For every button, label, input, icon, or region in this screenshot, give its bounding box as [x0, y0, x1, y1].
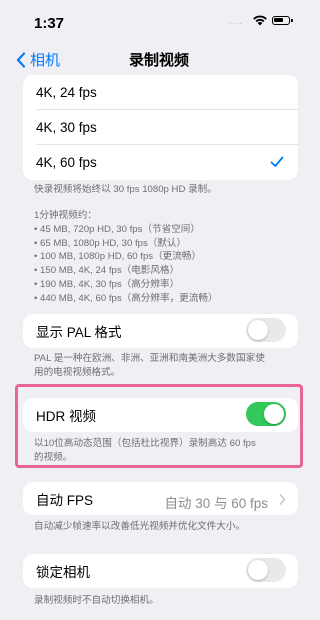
pal-format-label: 显示 PAL 格式	[36, 325, 122, 340]
hdr-video-group: HDR 视频	[23, 398, 298, 432]
size-line: • 190 MB, 4K, 30 fps（高分辨率）	[34, 278, 180, 290]
auto-fps-note: 自动减少帧速率以改善低光视频并优化文件大小。	[34, 521, 246, 532]
option-label: 4K, 30 fps	[36, 120, 97, 135]
size-line: • 65 MB, 1080p HD, 30 fps（默认）	[34, 237, 187, 249]
size-line: • 150 MB, 4K, 24 fps（电影风格）	[34, 265, 180, 277]
pal-format-toggle[interactable]	[246, 318, 286, 342]
pal-format-group: 显示 PAL 格式	[23, 314, 298, 348]
back-button[interactable]: 相机	[16, 49, 60, 70]
resolution-options-group: 4K, 24 fps 4K, 30 fps 4K, 60 fps	[23, 75, 298, 180]
navigation-bar: 录制视频 相机	[0, 40, 318, 74]
auto-fps-value: 自动 30 与 60 fps	[164, 496, 268, 511]
hdr-note: 以10位高动态范围（包括杜比视界）录制高达 60 fps 的视频。	[34, 438, 256, 463]
size-line: • 440 MB, 4K, 60 fps（高分辨率，更流畅）	[34, 292, 218, 304]
auto-fps-group: 自动 FPS 自动 30 与 60 fps	[23, 482, 298, 515]
status-time: 1:37	[34, 15, 65, 32]
per-minute-heading: 1分钟视频约：	[34, 210, 97, 221]
back-button-label: 相机	[30, 52, 61, 69]
auto-fps-row[interactable]: 自动 FPS 自动 30 与 60 fps	[23, 482, 298, 515]
wifi-icon	[253, 15, 267, 26]
lock-camera-note: 录制视频时不自动切换相机。	[34, 595, 159, 606]
quick-video-note: 快录视频将始终以 30 fps 1080p HD 录制。	[34, 184, 217, 195]
chevron-left-icon	[16, 51, 26, 68]
hdr-video-row: HDR 视频	[23, 398, 298, 432]
battery-icon	[272, 16, 293, 25]
auto-fps-label: 自动 FPS	[36, 492, 94, 508]
per-minute-sizes: 1分钟视频约： • 45 MB, 720p HD, 30 fps（节省空间） •…	[34, 209, 302, 306]
pal-format-row: 显示 PAL 格式	[23, 314, 298, 348]
checkmark-icon	[270, 156, 284, 167]
lock-camera-group: 锁定相机	[23, 554, 298, 588]
size-line: • 100 MB, 1080p HD, 60 fps（更流畅）	[34, 251, 202, 263]
status-bar: 1:37 ....	[0, 0, 318, 40]
chevron-right-icon	[279, 494, 286, 505]
pal-note: PAL 是一种在欧洲、非洲、亚洲和南美洲大多数国家使 用的电视视频格式。	[34, 353, 265, 378]
hdr-video-toggle[interactable]	[246, 402, 286, 426]
hdr-video-label: HDR 视频	[36, 409, 96, 424]
lock-camera-row: 锁定相机	[23, 554, 298, 588]
option-4k-24fps[interactable]: 4K, 24 fps	[23, 75, 298, 110]
option-label: 4K, 24 fps	[36, 85, 97, 100]
cellular-signal-icon: ....	[229, 16, 244, 26]
size-line: • 45 MB, 720p HD, 30 fps（节省空间）	[34, 223, 200, 235]
lock-camera-toggle[interactable]	[246, 558, 286, 582]
option-4k-60fps[interactable]: 4K, 60 fps	[23, 145, 298, 180]
lock-camera-label: 锁定相机	[36, 565, 90, 580]
option-label: 4K, 60 fps	[36, 155, 97, 170]
option-4k-30fps[interactable]: 4K, 30 fps	[23, 110, 298, 145]
